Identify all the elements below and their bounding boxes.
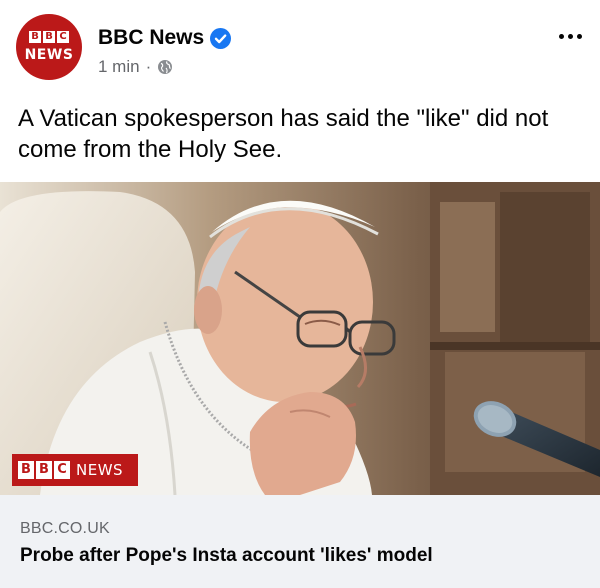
badge-news-word: NEWS <box>76 461 124 479</box>
meta-separator: · <box>145 57 152 76</box>
page-name-link[interactable]: BBC News <box>98 26 204 50</box>
bbc-news-watermark: B B C NEWS <box>12 454 138 486</box>
avatar-logo-block: B <box>43 31 55 43</box>
link-headline[interactable]: Probe after Pope's Insta account 'likes'… <box>20 545 433 567</box>
more-dot <box>577 34 582 39</box>
link-domain: BBC.CO.UK <box>20 520 110 537</box>
post-header: B B C NEWS BBC News 1 min · <box>0 0 600 92</box>
badge-logo-block: B <box>36 461 52 479</box>
avatar-bbc-logo: B B C <box>29 31 69 43</box>
link-preview-card[interactable]: BBC.CO.UK Probe after Pope's Insta accou… <box>0 495 600 588</box>
avatar-logo-block: C <box>57 31 69 43</box>
post-meta: 1 min · <box>98 57 173 77</box>
globe-icon <box>157 59 173 75</box>
page-name-row: BBC News <box>98 26 232 50</box>
verified-badge-icon <box>210 27 232 49</box>
more-options-icon[interactable] <box>559 34 582 39</box>
post-timestamp[interactable]: 1 min <box>98 57 140 77</box>
avatar-logo-block: B <box>29 31 41 43</box>
badge-logo-block: C <box>54 461 70 479</box>
badge-logo-block: B <box>18 461 34 479</box>
post-image[interactable]: B B C NEWS <box>0 182 600 495</box>
page-avatar[interactable]: B B C NEWS <box>16 14 82 80</box>
photo-illustration <box>0 182 600 495</box>
avatar-news-word: NEWS <box>24 47 74 63</box>
more-dot <box>559 34 564 39</box>
post-caption: A Vatican spokesperson has said the "lik… <box>18 105 549 163</box>
more-dot <box>568 34 573 39</box>
